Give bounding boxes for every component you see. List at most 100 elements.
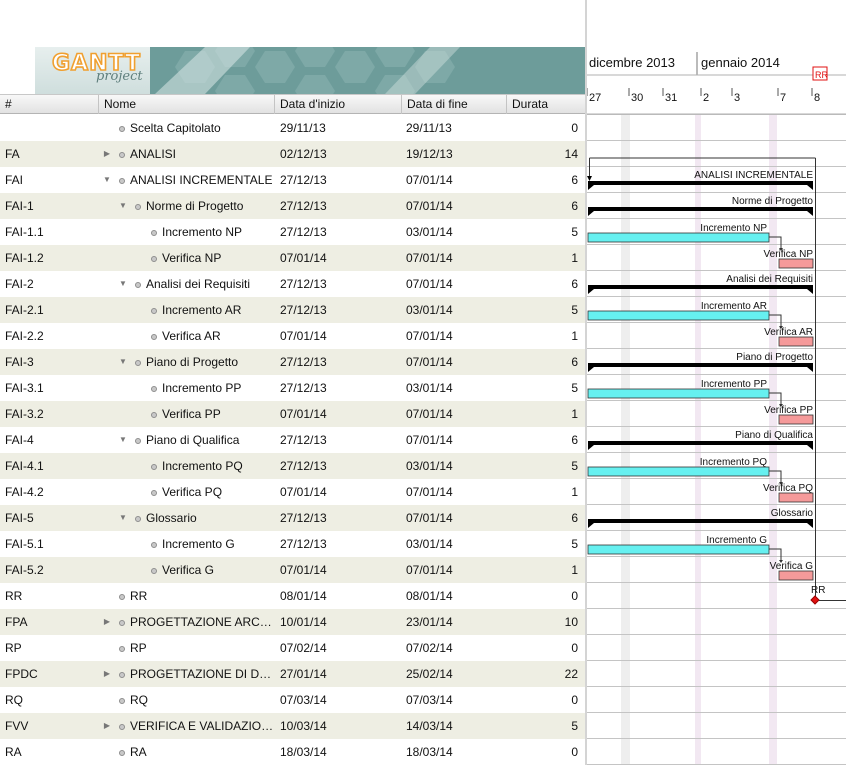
gantt-bar-label: Incremento PP xyxy=(701,379,767,390)
ganttproject-window: GANTT project # Nome Data d'inizio Data … xyxy=(0,0,846,765)
task-row[interactable]: FAI-3.1 Incremento PP 27/12/13 03/01/14 5 xyxy=(0,375,586,401)
task-row[interactable]: FAI-1.2 Verifica NP 07/01/14 07/01/14 1 xyxy=(0,245,586,271)
gantt-bar-label: Piano di Progetto xyxy=(736,352,813,363)
task-row[interactable]: FAI-5 ▼ Glossario 27/12/13 07/01/14 6 xyxy=(0,505,586,531)
task-row[interactable]: RP RP 07/02/14 07/02/14 0 xyxy=(0,635,586,661)
task-row[interactable]: RQ RQ 07/03/14 07/03/14 0 xyxy=(0,687,586,713)
task-id: FAI-1 xyxy=(5,199,34,213)
task-row[interactable]: FAI ▼ ANALISI INCREMENTALE 27/12/13 07/01/14… xyxy=(0,167,586,193)
collapse-arrow-icon[interactable]: ▼ xyxy=(116,349,130,375)
task-bullet-icon xyxy=(146,297,162,323)
task-row[interactable]: FPDC ▶ PROGETTAZIONE DI D… 27/01/14 25/02/14… xyxy=(0,661,586,687)
task-row[interactable]: Scelta Capitolato 29/11/13 29/11/13 0 xyxy=(0,115,586,141)
task-bullet-icon xyxy=(146,245,162,271)
timeline-month-label: dicembre 2013 xyxy=(589,55,675,70)
task-end-date: 19/12/13 xyxy=(406,147,453,161)
column-header-name[interactable]: Nome xyxy=(99,95,275,114)
task-duration: 5 xyxy=(571,459,578,473)
expand-arrow-icon[interactable]: ▶ xyxy=(100,713,114,739)
verify-bar[interactable] xyxy=(778,570,814,581)
task-row[interactable]: FA ▶ ANALISI 02/12/13 19/12/13 14 xyxy=(0,141,586,167)
column-header-end-date[interactable]: Data di fine xyxy=(402,95,507,114)
timeline-month-label: gennaio 2014 xyxy=(701,55,780,70)
task-row[interactable]: FAI-4.2 Verifica PQ 07/01/14 07/01/14 1 xyxy=(0,479,586,505)
verify-bar[interactable] xyxy=(778,258,814,269)
gantt-bar-label: Verifica G xyxy=(770,561,814,572)
task-end-date: 18/03/14 xyxy=(406,745,453,759)
task-duration: 5 xyxy=(571,303,578,317)
task-row[interactable]: FAI-1 ▼ Norme di Progetto 27/12/13 07/01/14 6 xyxy=(0,193,586,219)
summary-bar-end xyxy=(588,523,594,528)
expand-arrow-icon[interactable]: ▶ xyxy=(100,141,114,167)
task-start-date: 27/12/13 xyxy=(280,537,327,551)
task-row[interactable]: RR RR 08/01/14 08/01/14 0 xyxy=(0,583,586,609)
column-header-duration[interactable]: Durata xyxy=(507,95,586,114)
task-bar[interactable] xyxy=(587,232,770,243)
task-row[interactable]: FPA ▶ PROGETTAZIONE ARC… 10/01/14 23/01/14 10 xyxy=(0,609,586,635)
task-row[interactable]: FAI-2 ▼ Analisi dei Requisiti 27/12/13 07/01… xyxy=(0,271,586,297)
collapse-arrow-icon[interactable]: ▼ xyxy=(116,427,130,453)
task-end-date: 07/01/14 xyxy=(406,407,453,421)
task-row[interactable]: FAI-2.2 Verifica AR 07/01/14 07/01/14 1 xyxy=(0,323,586,349)
task-name: PROGETTAZIONE ARC… xyxy=(130,615,272,629)
task-id: FPDC xyxy=(5,667,38,681)
summary-bar-end xyxy=(807,445,813,450)
milestone-flag-label: RR xyxy=(815,70,828,80)
task-row[interactable]: FAI-4 ▼ Piano di Qualifica 27/12/13 07/01/14… xyxy=(0,427,586,453)
summary-bar[interactable] xyxy=(588,285,813,289)
task-bullet-icon xyxy=(114,609,130,635)
task-bullet-icon xyxy=(146,219,162,245)
task-name: VERIFICA E VALIDAZIO… xyxy=(130,719,274,733)
task-id: FAI-1.2 xyxy=(5,251,44,265)
task-end-date: 29/11/13 xyxy=(406,121,452,135)
task-bar[interactable] xyxy=(587,388,770,399)
task-duration: 0 xyxy=(571,641,578,655)
task-bar[interactable] xyxy=(587,310,770,321)
summary-bar[interactable] xyxy=(588,441,813,445)
task-bar[interactable] xyxy=(587,466,770,477)
task-name-cell: RP xyxy=(100,635,274,661)
task-name: Incremento PQ xyxy=(162,459,243,473)
task-row[interactable]: FAI-2.1 Incremento AR 27/12/13 03/01/14 5 xyxy=(0,297,586,323)
gantt-chart: dicembre 2013 gennaio 2014 27 30 31 2 3 7 8 RR ANA… xyxy=(587,47,846,765)
task-start-date: 07/01/14 xyxy=(280,251,327,265)
column-header-start-date[interactable]: Data d'inizio xyxy=(275,95,402,114)
task-row[interactable]: FAI-3 ▼ Piano di Progetto 27/12/13 07/01/14 6 xyxy=(0,349,586,375)
task-name: RQ xyxy=(130,693,148,707)
summary-bar-end xyxy=(588,185,594,190)
expand-arrow-icon[interactable]: ▶ xyxy=(100,661,114,687)
column-header-id[interactable]: # xyxy=(0,95,99,114)
verify-bar[interactable] xyxy=(778,492,814,503)
task-start-date: 27/12/13 xyxy=(280,433,327,447)
task-row[interactable]: FAI-4.1 Incremento PQ 27/12/13 03/01/14 5 xyxy=(0,453,586,479)
collapse-arrow-icon[interactable]: ▼ xyxy=(116,193,130,219)
task-row[interactable]: FAI-1.1 Incremento NP 27/12/13 03/01/14 5 xyxy=(0,219,586,245)
task-name: Incremento AR xyxy=(162,303,242,317)
task-name-cell: RR xyxy=(100,583,274,609)
task-id: FAI-2.1 xyxy=(5,303,44,317)
expand-arrow-icon[interactable]: ▶ xyxy=(100,609,114,635)
collapse-arrow-icon[interactable]: ▼ xyxy=(100,167,114,193)
summary-bar[interactable] xyxy=(588,181,813,185)
summary-bar[interactable] xyxy=(588,207,813,211)
verify-bar[interactable] xyxy=(778,414,814,425)
task-row[interactable]: FAI-5.1 Incremento G 27/12/13 03/01/14 5 xyxy=(0,531,586,557)
task-name-cell: ▶ ANALISI xyxy=(100,141,274,167)
gantt-bar-label: Analisi dei Requisiti xyxy=(726,274,813,285)
task-row[interactable]: FAI-5.2 Verifica G 07/01/14 07/01/14 1 xyxy=(0,557,586,583)
collapse-arrow-icon[interactable]: ▼ xyxy=(116,271,130,297)
task-end-date: 07/01/14 xyxy=(406,251,453,265)
task-row[interactable]: FVV ▶ VERIFICA E VALIDAZIO… 10/03/14 14/03/1… xyxy=(0,713,586,739)
task-name-cell: ▶ PROGETTAZIONE ARC… xyxy=(100,609,274,635)
task-bar[interactable] xyxy=(587,544,770,555)
collapse-arrow-icon[interactable]: ▼ xyxy=(116,505,130,531)
summary-bar[interactable] xyxy=(588,519,813,523)
verify-bar[interactable] xyxy=(778,336,814,347)
task-duration: 6 xyxy=(571,199,578,213)
task-start-date: 07/01/14 xyxy=(280,563,327,577)
summary-bar[interactable] xyxy=(588,363,813,367)
milestone-diamond[interactable] xyxy=(810,595,820,605)
task-row[interactable]: RA RA 18/03/14 18/03/14 0 xyxy=(0,739,586,765)
task-row[interactable]: FAI-3.2 Verifica PP 07/01/14 07/01/14 1 xyxy=(0,401,586,427)
task-id: FAI-4.1 xyxy=(5,459,44,473)
